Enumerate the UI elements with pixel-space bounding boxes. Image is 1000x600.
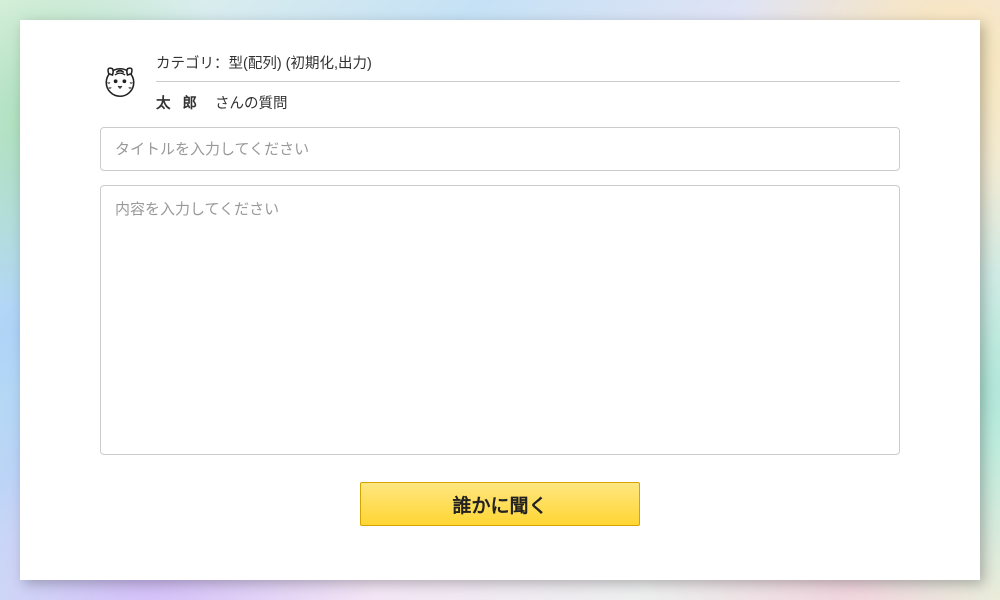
author-suffix: さんの質問 bbox=[215, 92, 288, 113]
header-row: カテゴリ：型(配列) (初期化,出力) 太 郎 さんの質問 bbox=[100, 52, 900, 113]
author-line: 太 郎 さんの質問 bbox=[156, 92, 900, 113]
avatar bbox=[100, 60, 140, 100]
category-label: カテゴリ：型(配列) (初期化,出力) bbox=[156, 52, 900, 82]
question-form-card: カテゴリ：型(配列) (初期化,出力) 太 郎 さんの質問 誰かに聞く bbox=[20, 20, 980, 580]
header-text: カテゴリ：型(配列) (初期化,出力) 太 郎 さんの質問 bbox=[156, 52, 900, 113]
author-name: 太 郎 bbox=[156, 92, 201, 113]
tiger-icon bbox=[100, 60, 140, 100]
ask-someone-button[interactable]: 誰かに聞く bbox=[360, 482, 640, 526]
button-row: 誰かに聞く bbox=[100, 482, 900, 526]
content-textarea[interactable] bbox=[100, 185, 900, 455]
title-input[interactable] bbox=[100, 127, 900, 171]
